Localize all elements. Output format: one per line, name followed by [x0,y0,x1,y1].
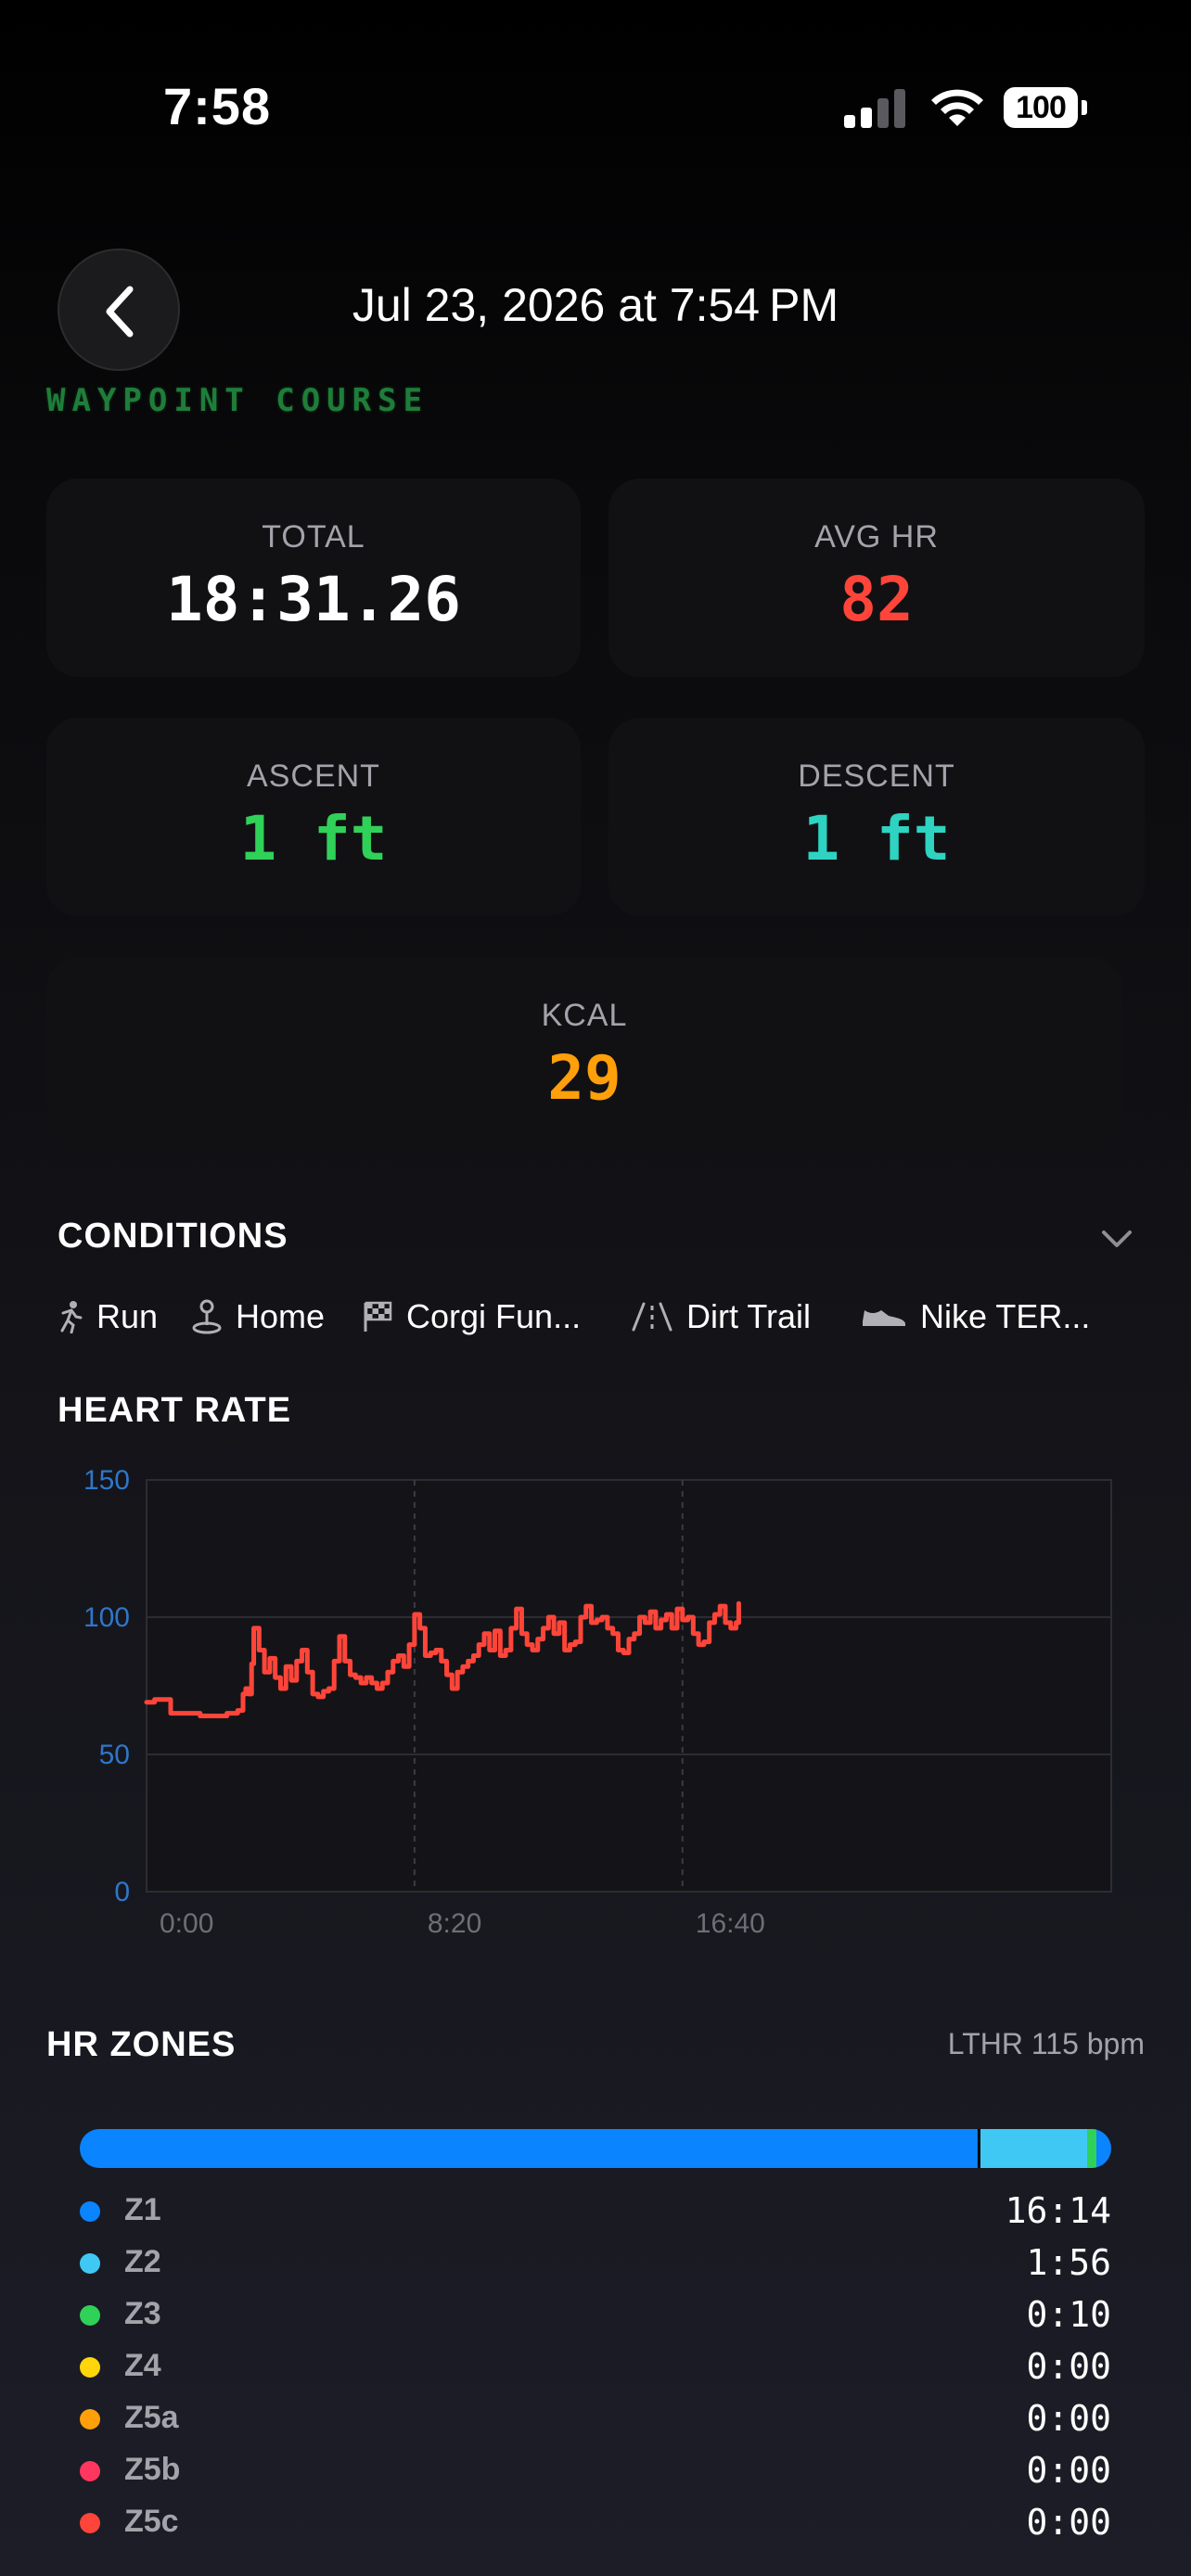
stat-card-total: TOTAL 18:31.26 [46,478,581,677]
battery-icon: 100 [1004,87,1089,128]
stat-label: TOTAL [262,519,365,555]
zone-name: Z1 [124,2192,161,2227]
zone-name: Z4 [124,2348,161,2383]
stat-label: DESCENT [798,759,955,794]
condition-label: Corgi Fun... [406,1297,582,1335]
condition-label: Run [96,1297,159,1335]
condition-label: Dirt Trail [686,1297,811,1335]
zone-time: 0:00 [1026,2502,1111,2543]
condition-course[interactable]: Corgi Fun... [362,1291,581,1343]
zone-row-z5c: Z5c 0:00 [80,2500,1111,2546]
zone-color-dot [80,2253,100,2274]
zone-row-z4: Z4 0:00 [80,2344,1111,2391]
lthr-label: LTHR 115 bpm [947,2027,1145,2060]
stat-card-avg-hr: AVG HR 82 [608,478,1145,677]
heart-rate-chart-svg: 0 50 100 150 0:00 8:20 16:40 [83,1465,1112,1939]
zone-row-z3: Z3 0:10 [80,2292,1111,2339]
back-button[interactable] [58,249,180,371]
hr-zone-distribution-bar [80,2129,1111,2168]
y-tick-label: 100 [83,1602,130,1633]
checkered-flag-icon [364,1301,392,1332]
zone-name: Z2 [124,2244,161,2279]
zone-row-z1: Z1 16:14 [80,2188,1111,2235]
running-person-icon [60,1301,83,1333]
y-tick-label: 50 [99,1740,130,1770]
stat-value: 18:31.26 [166,564,461,635]
zone-color-dot [80,2357,100,2378]
wifi-icon [928,85,987,130]
condition-location[interactable]: Home [191,1291,325,1343]
stat-label: AVG HR [814,519,939,555]
x-tick-label: 8:20 [428,1908,481,1939]
hr-zones-title: HR ZONES [46,2025,237,2064]
stat-label: ASCENT [247,759,380,794]
zone-time: 0:00 [1026,2346,1111,2387]
zone-color-dot [80,2513,100,2533]
shoe-icon [863,1310,905,1326]
watermark-logo: WAYPOINT COURSE [46,382,429,419]
status-bar: 7:58 100 [0,0,1191,213]
home-pin-icon [192,1299,222,1334]
stat-label: KCAL [541,998,628,1033]
x-tick-label: 0:00 [160,1908,213,1939]
stat-card-descent: DESCENT 1 ft [608,718,1145,916]
page-title: Jul 23, 2026 at 7:54 PM [352,279,839,331]
y-tick-label: 150 [83,1465,130,1496]
battery-level: 100 [1004,87,1078,128]
condition-terrain[interactable]: Dirt Trail [631,1291,811,1343]
stat-card-kcal: KCAL 29 [46,957,1122,1155]
zone-color-dot [80,2305,100,2326]
zone-row-z5a: Z5a 0:00 [80,2396,1111,2442]
chevron-down-icon[interactable] [1098,1220,1135,1257]
condition-label: Nike TER... [920,1297,1091,1335]
stat-value: 29 [547,1042,621,1114]
zone-segment-z3 [1087,2129,1097,2168]
stat-value: 1 ft [239,803,388,874]
zone-name: Z5a [124,2400,179,2435]
y-tick-label: 0 [114,1877,130,1907]
status-time: 7:58 [163,77,272,135]
heart-rate-chart: 0 50 100 150 0:00 8:20 16:40 [58,1456,1143,1947]
zone-name: Z5b [124,2452,181,2487]
condition-activity[interactable]: Run [56,1291,158,1343]
zone-name: Z3 [124,2296,161,2331]
chevron-left-icon [106,286,134,338]
zone-time: 1:56 [1026,2242,1111,2283]
cellular-signal-icon [844,89,905,128]
zone-time: 0:00 [1026,2450,1111,2491]
condition-label: Home [236,1297,326,1335]
stat-card-ascent: ASCENT 1 ft [46,718,581,916]
zone-time: 0:00 [1026,2398,1111,2439]
chart-plot-area [146,1479,1112,1893]
x-tick-label: 16:40 [696,1908,765,1939]
zone-row-z5b: Z5b 0:00 [80,2448,1111,2494]
zone-color-dot [80,2201,100,2222]
condition-shoe[interactable]: Nike TER... [861,1291,1090,1343]
zone-color-dot [80,2409,100,2429]
zone-time: 0:10 [1026,2294,1111,2335]
zone-name: Z5c [124,2504,179,2539]
trail-icon [632,1302,672,1332]
zone-segment-z2 [980,2129,1088,2168]
zone-color-dot [80,2461,100,2481]
conditions-title: CONDITIONS [58,1217,288,1256]
stat-value: 82 [839,564,914,635]
zone-time: 16:14 [1005,2190,1111,2231]
zone-row-z2: Z2 1:56 [80,2240,1111,2287]
heart-rate-title: HEART RATE [58,1391,292,1430]
stat-value: 1 ft [802,803,951,874]
